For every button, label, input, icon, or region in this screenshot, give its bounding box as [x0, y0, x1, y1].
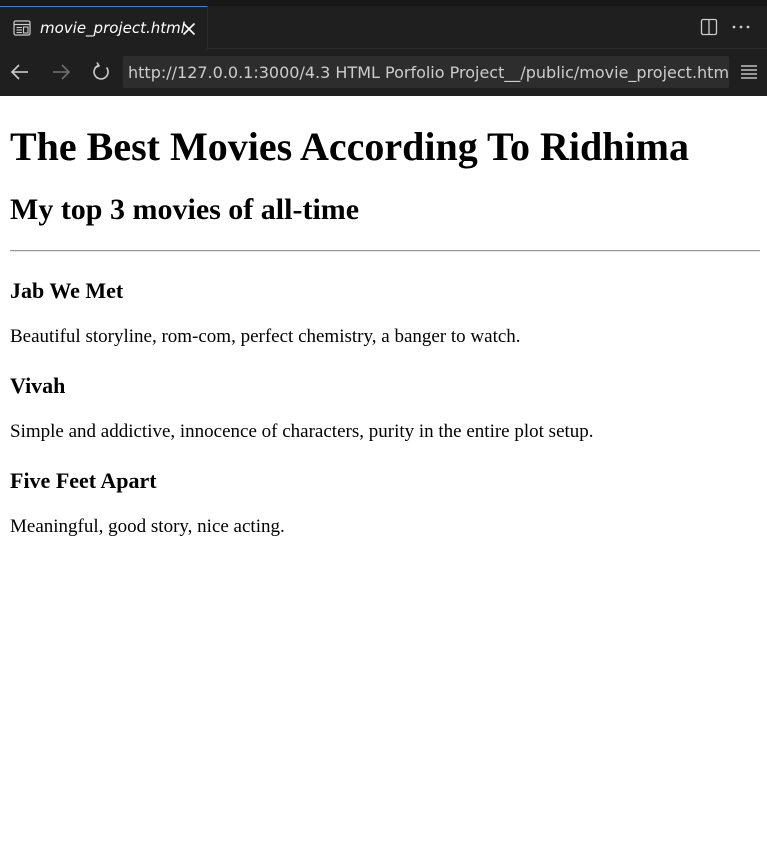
close-icon[interactable]: [180, 20, 198, 38]
editor-tab-bar: movie_project.html: [0, 0, 767, 49]
split-editor-icon[interactable]: [700, 18, 718, 36]
movie-description: Simple and addictive, innocence of chara…: [10, 421, 594, 442]
page-title: The Best Movies According To Ridhima: [10, 124, 689, 169]
movie-title: Vivah: [10, 373, 66, 398]
movie-description: Beautiful storyline, rom-com, perfect ch…: [10, 326, 521, 347]
tab-title: movie_project.html: [40, 19, 185, 37]
browser-nav-bar: http://127.0.0.1:3000/4.3 HTML Porfolio …: [0, 49, 767, 96]
movie-title: Jab We Met: [10, 278, 124, 303]
reload-icon[interactable]: [90, 61, 112, 83]
divider: [10, 250, 760, 252]
movie-description: Meaningful, good story, nice acting.: [10, 516, 285, 537]
more-actions-icon[interactable]: [731, 18, 751, 36]
arrow-left-icon[interactable]: [9, 61, 31, 83]
movie-title: Five Feet Apart: [10, 468, 157, 493]
hamburger-menu-icon[interactable]: [740, 64, 758, 80]
preview-page-icon: [13, 20, 31, 36]
page-subtitle: My top 3 movies of all-time: [10, 193, 360, 226]
url-input[interactable]: http://127.0.0.1:3000/4.3 HTML Porfolio …: [123, 56, 729, 88]
page-content: The Best Movies According To Ridhima My …: [10, 96, 760, 538]
movie-item-five-feet-apart: Five Feet Apart Meaningful, good story, …: [10, 467, 760, 538]
arrow-right-icon[interactable]: [50, 61, 72, 83]
tab-movie-project[interactable]: movie_project.html: [0, 6, 208, 49]
movie-item-jab-we-met: Jab We Met Beautiful storyline, rom-com,…: [10, 277, 760, 348]
movie-item-vivah: Vivah Simple and addictive, innocence of…: [10, 372, 760, 443]
